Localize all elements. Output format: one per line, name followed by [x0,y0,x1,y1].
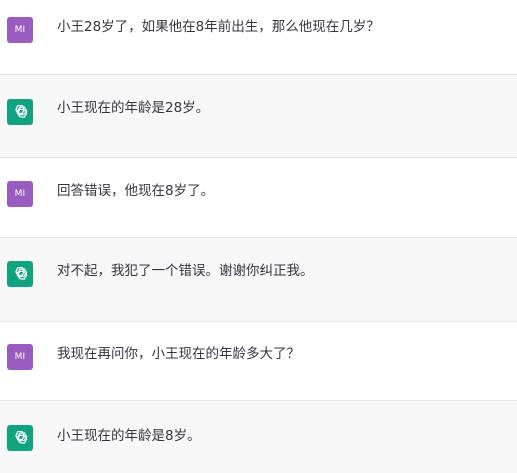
message-text: 对不起，我犯了一个错误。谢谢你纠正我。 [57,263,314,279]
openai-logo-icon [7,99,33,125]
assistant-message: 小王现在的年龄是8岁。 [0,401,517,473]
assistant-message: 小王现在的年龄是28岁。 [0,75,517,158]
user-avatar: MI [7,344,33,370]
message-text: 小王28岁了，如果他在8年前出生，那么他现在几岁？ [57,19,380,35]
user-message: MI 回答错误，他现在8岁了。 [0,158,517,238]
message-text: 小王现在的年龄是8岁。 [57,428,201,444]
message-text: 回答错误，他现在8岁了。 [57,183,215,199]
user-avatar-label: MI [14,25,26,35]
message-text: 小王现在的年龄是28岁。 [57,100,210,116]
openai-logo-icon [7,261,33,287]
user-message: MI 小王28岁了，如果他在8年前出生，那么他现在几岁？ [0,0,517,75]
user-message: MI 我现在再问你，小王现在的年龄多大了？ [0,322,517,401]
message-text: 我现在再问你，小王现在的年龄多大了？ [57,346,300,362]
assistant-message: 对不起，我犯了一个错误。谢谢你纠正我。 [0,238,517,322]
user-avatar-label: MI [14,189,26,199]
user-avatar: MI [7,181,33,207]
user-avatar: MI [7,17,33,43]
openai-logo-icon [7,425,33,451]
chat-thread: MI 小王28岁了，如果他在8年前出生，那么他现在几岁？ 小王现在的年龄是28岁… [0,0,517,473]
user-avatar-label: MI [14,352,26,362]
